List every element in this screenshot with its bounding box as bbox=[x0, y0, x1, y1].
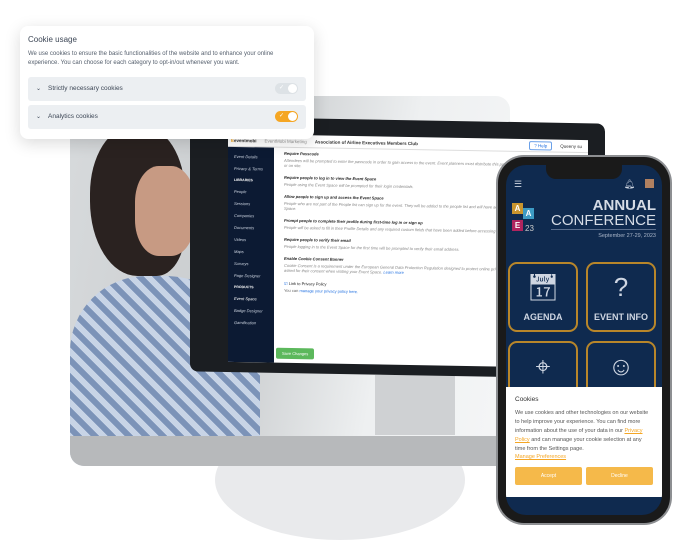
menu-icon[interactable]: ☰ bbox=[514, 179, 522, 190]
map-icon: ⌖ bbox=[535, 351, 551, 381]
sidebar-item-documents[interactable]: Documents bbox=[228, 221, 274, 234]
sidebar-item-event-details[interactable]: Event Details bbox=[228, 150, 274, 163]
tile-agenda[interactable]: 📅︎ AGENDA bbox=[508, 262, 578, 332]
analytics-toggle[interactable]: ✓ bbox=[275, 111, 298, 123]
libraries-heading: LIBRARIES bbox=[234, 177, 253, 182]
avatar[interactable] bbox=[645, 179, 654, 188]
sidebar-item-people[interactable]: People bbox=[228, 185, 274, 198]
decline-button[interactable]: Decline bbox=[586, 467, 653, 486]
sidebar-item-surveys[interactable]: Surveys bbox=[228, 257, 274, 270]
privacy-policy-link[interactable]: manage your privacy policy here. bbox=[299, 288, 358, 294]
manage-preferences-link[interactable]: Manage Preferences bbox=[515, 454, 566, 460]
category-strictly-necessary[interactable]: ⌄ Strictly necessary cookies ✓ bbox=[28, 76, 306, 101]
event-date: September 27-29, 2023 bbox=[598, 233, 656, 239]
help-button[interactable]: ? Help bbox=[529, 140, 553, 151]
phone: ☰ 🔔︎ A A E 23 ANNUAL CONFERENCE September… bbox=[498, 157, 670, 523]
desk bbox=[70, 436, 510, 466]
cookie-card-description: We use cookies to ensure the basic funct… bbox=[28, 51, 274, 67]
category-analytics[interactable]: ⌄ Analytics cookies ✓ bbox=[28, 104, 306, 129]
calendar-icon: 📅︎ bbox=[526, 272, 560, 302]
title-conference: CONFERENCE bbox=[550, 212, 656, 230]
phone-notch bbox=[546, 165, 622, 179]
sidebar-item-sessions[interactable]: Sessions bbox=[228, 197, 274, 210]
person-face bbox=[135, 166, 195, 256]
save-changes-button[interactable]: Save Changes bbox=[276, 347, 315, 360]
sidebar-item-companies[interactable]: Companies bbox=[228, 209, 274, 222]
event-name: Association of Airline Executives Member… bbox=[314, 138, 418, 146]
sidebar-item-gamification[interactable]: Gamification bbox=[228, 316, 274, 329]
monitor-stand bbox=[375, 375, 455, 435]
sidebar-item-privacy[interactable]: Privacy & Terms bbox=[228, 162, 274, 175]
cookie-card-title: Cookie usage bbox=[28, 35, 77, 44]
cookie-usage-card: Cookie usage We use cookies to ensure th… bbox=[20, 26, 314, 139]
user-menu[interactable]: Queeny su bbox=[560, 143, 582, 148]
accept-button[interactable]: Accept bbox=[515, 467, 582, 486]
aae-logo: A A E 23 bbox=[512, 203, 544, 239]
sidebar-item-event-space[interactable]: Event Space bbox=[228, 292, 274, 305]
learn-more-link[interactable]: Learn more bbox=[383, 270, 403, 275]
speaker-icon: ☺ bbox=[607, 351, 635, 381]
bell-icon[interactable]: 🔔︎ bbox=[624, 179, 635, 190]
sidebar-item-videos[interactable]: Videos bbox=[228, 233, 274, 246]
chevron-down-icon: ⌄ bbox=[36, 114, 42, 121]
question-pin-icon: ? bbox=[613, 272, 629, 302]
sidebar-item-page-designer[interactable]: Page Designer bbox=[228, 269, 274, 282]
products-heading: PRODUCTS bbox=[234, 284, 254, 289]
sidebar: Event Details Privacy & Terms LIBRARIES … bbox=[228, 146, 274, 363]
sidebar-item-badge-designer[interactable]: Badge Designer bbox=[228, 304, 274, 317]
tile-event-info[interactable]: ? EVENT INFO bbox=[586, 262, 656, 332]
strictly-necessary-toggle: ✓ bbox=[275, 83, 298, 95]
sidebar-item-maps[interactable]: Maps bbox=[228, 245, 274, 258]
cookie-banner: Cookies We use cookies and other technol… bbox=[506, 387, 662, 497]
phone-screen: ☰ 🔔︎ A A E 23 ANNUAL CONFERENCE September… bbox=[506, 165, 662, 515]
chevron-down-icon: ⌄ bbox=[36, 86, 42, 93]
